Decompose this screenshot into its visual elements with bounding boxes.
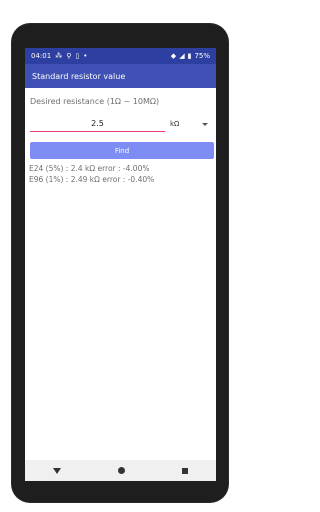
- system-nav-bar: [25, 460, 216, 481]
- signal-icon: ◢: [179, 52, 185, 60]
- battery-level: 75%: [194, 52, 210, 60]
- dropdown-caret-icon: [202, 122, 208, 126]
- app-bar: Standard resistor value: [25, 64, 216, 88]
- result-e24: E24 (5%) : 2.4 kΩ error : -4.00%: [29, 164, 150, 173]
- unit-value: kΩ: [170, 120, 180, 128]
- status-right: ◆ ◢ ▮ 75%: [171, 52, 210, 60]
- sim-icon: ▯: [75, 52, 80, 60]
- network-icon: ⁂: [55, 52, 63, 60]
- usb-icon: ⚲: [66, 52, 72, 60]
- resistance-input[interactable]: [30, 115, 165, 132]
- battery-icon: ▮: [187, 52, 192, 60]
- back-icon[interactable]: [53, 467, 62, 474]
- status-time: 04:01: [31, 52, 52, 60]
- status-bar: 04:01 ⁂ ⚲ ▯ • ◆ ◢ ▮ 75%: [25, 48, 216, 64]
- home-icon[interactable]: [117, 467, 125, 474]
- recents-icon[interactable]: [181, 467, 188, 474]
- app-title: Standard resistor value: [32, 71, 126, 81]
- find-button[interactable]: Find: [30, 142, 214, 159]
- result-e96: E96 (1%) : 2.49 kΩ error : -0.40%: [29, 175, 155, 184]
- main-content: Desired resistance (1Ω ~ 10MΩ) kΩ Find E…: [25, 88, 216, 460]
- wifi-icon: ◆: [170, 52, 177, 60]
- unit-dropdown[interactable]: kΩ: [170, 118, 210, 130]
- resistance-label: Desired resistance (1Ω ~ 10MΩ): [30, 97, 160, 106]
- dot-icon: •: [83, 52, 88, 60]
- status-left: 04:01 ⁂ ⚲ ▯ •: [31, 52, 87, 60]
